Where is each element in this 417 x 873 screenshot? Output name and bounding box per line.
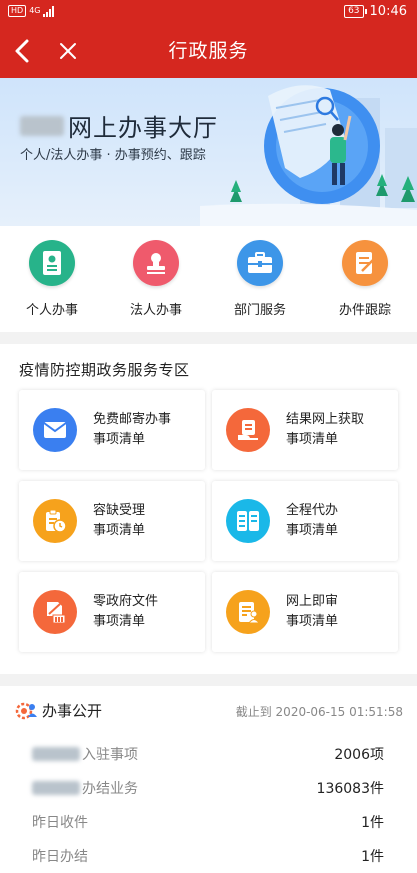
hd-badge: HD	[8, 5, 27, 17]
entry-legal-person[interactable]: 法人办事	[104, 240, 208, 318]
seal-icon	[133, 240, 179, 286]
entry-label: 部门服务	[233, 303, 286, 318]
entry-tracking[interactable]: 办件跟踪	[313, 240, 417, 318]
public-info-title: 办事公开	[42, 702, 103, 720]
card-online-result[interactable]: 结果网上获取 事项清单	[212, 390, 398, 470]
stat-label: 入驻事项	[82, 747, 138, 763]
card-text: 容缺受理 事项清单	[93, 501, 145, 541]
public-info-header: 办事公开 截止到 2020-06-15 01:51:58	[0, 686, 417, 736]
card-line1: 全程代办	[286, 503, 339, 518]
redacted-region-name	[32, 747, 80, 761]
card-zero-documents[interactable]: 零政府文件 事项清单	[19, 572, 205, 652]
entry-label: 法人办事	[129, 303, 182, 318]
stat-name: 入驻事项	[32, 744, 138, 764]
card-line2: 事项清单	[93, 523, 146, 538]
card-instant-review[interactable]: 网上即审 事项清单	[212, 572, 398, 652]
public-info-date: 截止到 2020-06-15 01:51:58	[236, 703, 403, 720]
stat-name: 昨日办结	[32, 846, 88, 866]
banner-title: 网上办事大厅	[68, 114, 218, 142]
card-line2: 事项清单	[93, 432, 146, 447]
stat-name: 昨日收件	[32, 812, 88, 832]
card-line1: 免费邮寄办事	[93, 412, 172, 427]
stat-row: 昨日办结 1件	[32, 838, 384, 872]
card-line1: 容缺受理	[93, 503, 146, 518]
stat-label: 昨日收件	[32, 815, 88, 831]
banner[interactable]: 网上办事大厅 个人/法人办事 · 办事预约、跟踪	[0, 78, 417, 226]
network-type: 4G	[29, 6, 41, 15]
banner-title-wrap: 网上办事大厅	[20, 108, 218, 143]
card-text: 网上即审 事项清单	[286, 592, 338, 632]
date-value: 2020-06-15 01:51:58	[275, 705, 403, 719]
gear-person-icon	[15, 702, 37, 720]
list-icon	[226, 499, 270, 543]
status-left: HD 4G	[8, 5, 55, 17]
zone-title: 疫情防控期政务服务专区	[19, 361, 190, 379]
entry-label: 办件跟踪	[338, 303, 391, 318]
stat-label: 办结业务	[82, 781, 138, 797]
card-tolerance-acceptance[interactable]: 容缺受理 事项清单	[19, 481, 205, 561]
clock: 10:46	[369, 4, 407, 19]
entry-department[interactable]: 部门服务	[208, 240, 312, 318]
person-card-icon	[29, 240, 75, 286]
briefcase-icon	[237, 240, 283, 286]
card-text: 结果网上获取 事项清单	[286, 410, 364, 450]
card-line1: 结果网上获取	[286, 412, 365, 427]
entry-label: 个人办事	[25, 303, 78, 318]
stat-label: 昨日办结	[32, 849, 88, 865]
stat-value: 1件	[361, 815, 384, 831]
redacted-region-name	[32, 781, 80, 795]
card-line2: 事项清单	[286, 432, 339, 447]
card-line2: 事项清单	[93, 614, 146, 629]
page: HD 4G 63 10:46 行政服务 网上办事大厅 个人/法人办事 · 办事预…	[0, 0, 417, 873]
card-text: 零政府文件 事项清单	[93, 592, 158, 632]
document-track-icon	[342, 240, 388, 286]
card-line2: 事项清单	[286, 614, 339, 629]
status-bar: HD 4G 63 10:46	[0, 0, 417, 24]
banner-subtitle: 个人/法人办事 · 办事预约、跟踪	[20, 148, 206, 163]
clipboard-clock-icon	[33, 499, 77, 543]
card-full-agency[interactable]: 全程代办 事项清单	[212, 481, 398, 561]
card-line1: 零政府文件	[93, 594, 159, 609]
stat-row: 办结业务 136083件	[32, 770, 384, 804]
nav-bar: 行政服务	[0, 24, 417, 78]
stat-row: 入驻事项 2006项	[32, 736, 384, 770]
stat-row: 昨日收件 1件	[32, 804, 384, 838]
public-info-section: 办事公开 截止到 2020-06-15 01:51:58 入驻事项 2006项 …	[0, 686, 417, 873]
stat-value: 136083件	[316, 781, 384, 797]
stat-name: 办结业务	[32, 778, 138, 798]
card-line1: 网上即审	[286, 594, 339, 609]
document-person-icon	[226, 590, 270, 634]
card-line2: 事项清单	[286, 523, 339, 538]
card-text: 全程代办 事项清单	[286, 501, 338, 541]
card-text: 免费邮寄办事 事项清单	[93, 410, 171, 450]
signal-icon	[43, 5, 55, 17]
status-right: 63 10:46	[344, 4, 407, 19]
quick-entries: 个人办事 法人办事 部门服务 办件跟踪	[0, 226, 417, 332]
battery-icon: 63	[344, 5, 368, 18]
stat-value: 2006项	[334, 747, 384, 763]
stat-value: 1件	[361, 849, 384, 865]
epidemic-service-zone: 疫情防控期政务服务专区 免费邮寄办事 事项清单 结果网上获取 事项清单 容缺受理…	[0, 344, 417, 674]
hand-document-icon	[226, 408, 270, 452]
envelope-icon	[33, 408, 77, 452]
card-free-mail[interactable]: 免费邮寄办事 事项清单	[19, 390, 205, 470]
date-prefix: 截止到	[235, 705, 272, 719]
redacted-region-name	[20, 115, 64, 136]
page-title: 行政服务	[168, 40, 249, 62]
file-building-icon	[33, 590, 77, 634]
entry-personal[interactable]: 个人办事	[0, 240, 104, 318]
